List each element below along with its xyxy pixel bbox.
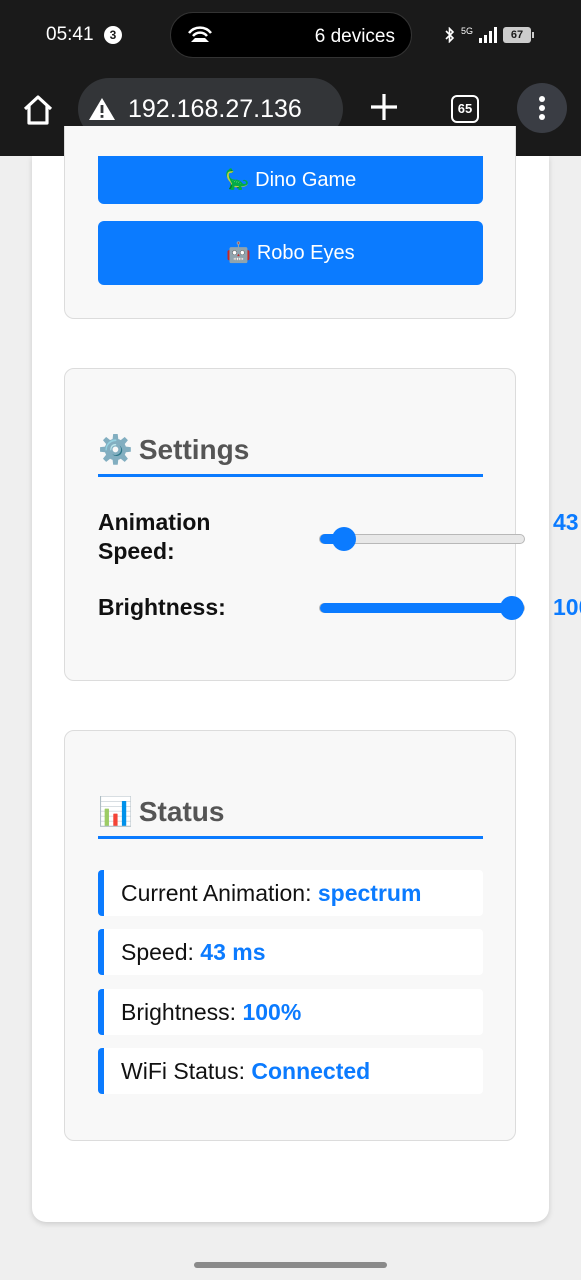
dino-icon: 🦕 — [224, 169, 250, 191]
robo-eyes-button[interactable]: 🤖 Robo Eyes — [98, 221, 483, 285]
status-row-label: Current Animation: — [121, 880, 318, 906]
system-icons: 5G 67 — [445, 24, 535, 46]
hotspot-icon — [188, 26, 212, 42]
settings-heading: ⚙️ Settings — [98, 433, 483, 477]
status-heading: 📊 Status — [98, 795, 483, 839]
status-row-value: 100% — [242, 999, 302, 1025]
gesture-home-bar[interactable] — [194, 1262, 387, 1268]
browser-menu-button[interactable] — [517, 83, 567, 133]
warning-icon[interactable] — [88, 97, 116, 121]
bluetooth-icon — [445, 27, 455, 43]
status-row-animation: Current Animation: spectrum — [98, 870, 483, 916]
status-row-brightness: Brightness: 100% — [98, 989, 483, 1035]
menu-dot-icon — [539, 114, 545, 120]
status-row-value: Connected — [251, 1058, 371, 1084]
dino-game-button[interactable]: 🦕 Dino Game — [98, 156, 483, 204]
speed-value: 43 ms — [553, 509, 581, 535]
system-status-bar: 05:41 3 6 devices 5G 67 — [0, 0, 581, 70]
robot-icon: 🤖 — [226, 242, 252, 264]
status-row-label: Speed: — [121, 939, 201, 965]
status-row-label: Brightness: — [121, 999, 243, 1025]
status-row-speed: Speed: 43 ms — [98, 929, 483, 975]
settings-title: Settings — [138, 434, 250, 465]
status-title: Status — [138, 796, 225, 827]
url-text[interactable]: 192.168.27.136 — [128, 95, 302, 124]
speed-label: Animation Speed: — [98, 509, 211, 564]
gear-icon: ⚙️ — [98, 434, 133, 465]
robo-eyes-label: Robo Eyes — [256, 242, 355, 264]
brightness-slider-thumb[interactable] — [500, 596, 524, 620]
clock: 05:41 — [46, 24, 94, 45]
menu-dot-icon — [539, 96, 545, 102]
brightness-slider-fill — [320, 603, 524, 613]
status-row-value: 43 ms — [200, 939, 266, 965]
battery-icon: 67 — [503, 27, 535, 43]
signal-icon — [479, 27, 498, 43]
bar-chart-icon: 📊 — [98, 796, 133, 827]
brightness-slider[interactable] — [319, 596, 525, 620]
menu-dot-icon — [539, 105, 545, 111]
status-row-value: spectrum — [317, 880, 422, 906]
status-row-label: WiFi Status: — [121, 1058, 252, 1084]
home-icon[interactable] — [20, 92, 56, 128]
network-type-label: 5G — [461, 26, 474, 36]
notification-count-badge: 3 — [104, 26, 122, 44]
brightness-label: Brightness: — [98, 594, 226, 620]
dino-game-label: Dino Game — [255, 169, 357, 191]
hotspot-pill[interactable]: 6 devices — [170, 12, 412, 58]
tab-switcher-button[interactable]: 65 — [451, 95, 479, 123]
speed-slider[interactable] — [319, 527, 525, 551]
brightness-value: 100% — [553, 594, 581, 620]
hotspot-devices-text: 6 devices — [314, 26, 395, 47]
new-tab-icon[interactable] — [367, 90, 401, 124]
status-row-wifi: WiFi Status: Connected — [98, 1048, 483, 1094]
